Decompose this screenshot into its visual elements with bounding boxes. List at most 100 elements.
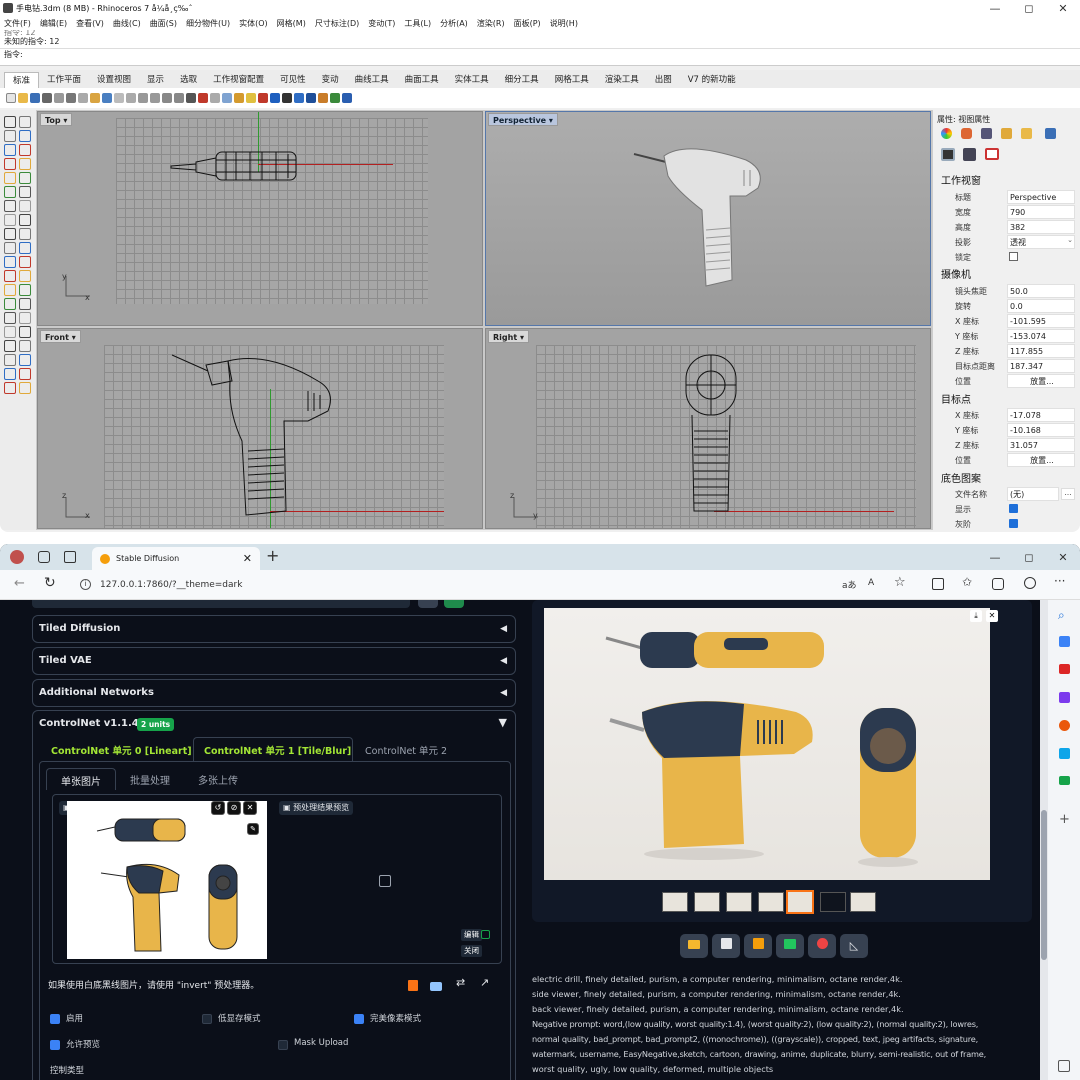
url-field[interactable]: i 127.0.0.1:7860/?__theme=dark [70, 575, 830, 595]
send-to-extras-button[interactable]: ◺ [840, 934, 868, 958]
tab-viewport-layout[interactable]: 工作视窗配置 [205, 72, 272, 88]
menu-edit[interactable]: 编辑(E) [40, 18, 67, 29]
menu-render[interactable]: 渲染(R) [477, 18, 505, 29]
modeling-tool-icon[interactable] [19, 270, 31, 282]
viewport-top[interactable]: Top ▾ y x [37, 111, 483, 326]
print-icon[interactable] [42, 93, 52, 103]
modeling-tool-icon[interactable] [4, 270, 16, 282]
tab-multi-upload[interactable]: 多张上传 [198, 772, 238, 787]
maximize-button[interactable]: ◻ [1012, 2, 1046, 15]
pixel-perfect-checkbox[interactable] [354, 1014, 364, 1024]
select-icon[interactable] [210, 93, 220, 103]
accordion-additional-networks[interactable]: Additional Networks ◀ [32, 679, 516, 707]
camera-z-field[interactable]: 117.855 [1007, 344, 1075, 358]
screen-icon[interactable] [985, 148, 999, 160]
tag-icon[interactable] [1059, 636, 1070, 647]
tab-select[interactable]: 选取 [172, 72, 205, 88]
gallery-thumbnail[interactable] [662, 892, 688, 912]
modeling-tool-icon[interactable] [4, 284, 16, 296]
maximize-button[interactable]: ◻ [1012, 551, 1046, 564]
copy-icon[interactable] [78, 93, 88, 103]
lock-checkbox[interactable] [1009, 252, 1018, 261]
options-icon[interactable] [318, 93, 328, 103]
search-icon[interactable]: ⌕ [1058, 608, 1065, 623]
modeling-tool-icon[interactable] [4, 200, 16, 212]
tab-single-image[interactable]: 单张图片 [46, 768, 116, 790]
folder-icon[interactable] [1021, 128, 1032, 139]
tab-drafting[interactable]: 出图 [647, 72, 680, 88]
undo-icon[interactable] [102, 93, 112, 103]
command-prompt[interactable]: 指令: [0, 48, 1080, 60]
paste-icon[interactable] [90, 93, 100, 103]
tab-subd-tools[interactable]: 细分工具 [497, 72, 547, 88]
scrollbar-thumb[interactable] [1041, 810, 1047, 960]
add-icon[interactable]: + [1059, 812, 1070, 827]
light-icon[interactable] [246, 93, 256, 103]
modeling-tool-icon[interactable] [19, 326, 31, 338]
controlnet-header[interactable]: ControlNet v1.1.440 2 units ▼ [33, 711, 515, 737]
modeling-tool-icon[interactable] [19, 284, 31, 296]
tab-actions-icon[interactable] [64, 551, 76, 563]
object-props-icon[interactable] [234, 93, 244, 103]
split-screen-icon[interactable] [932, 578, 944, 590]
modeling-tool-icon[interactable] [19, 340, 31, 352]
tab-unit-1[interactable]: ControlNet 单元 1 [Tile/Blur] [193, 737, 353, 761]
tab-mesh-tools[interactable]: 网格工具 [547, 72, 597, 88]
modeling-tool-icon[interactable] [4, 382, 16, 394]
help-icon[interactable] [342, 93, 352, 103]
chevron-down-icon[interactable]: ⌄ [1067, 236, 1073, 244]
zoom-icon[interactable] [138, 93, 148, 103]
grasshopper-icon[interactable] [330, 93, 340, 103]
tab-display[interactable]: 显示 [139, 72, 172, 88]
tab-solid-tools[interactable]: 实体工具 [447, 72, 497, 88]
camera-icon[interactable] [430, 982, 442, 991]
menu-analyze[interactable]: 分析(A) [440, 18, 468, 29]
send-to-inpaint-button[interactable] [808, 934, 836, 958]
menu-transform[interactable]: 变动(T) [368, 18, 395, 29]
open-folder-button[interactable] [680, 934, 708, 958]
modeling-tool-icon[interactable] [4, 340, 16, 352]
refresh-icon[interactable] [418, 600, 438, 608]
mask-upload-checkbox[interactable] [278, 1040, 288, 1050]
zoom-selected-icon[interactable] [174, 93, 184, 103]
collections-icon[interactable] [992, 578, 1004, 590]
accordion-tiled-vae[interactable]: Tiled VAE ◀ [32, 647, 516, 675]
sidebar-settings-icon[interactable] [1058, 1060, 1070, 1072]
rotation-field[interactable]: 0.0 [1007, 299, 1075, 313]
layer-icon[interactable] [222, 93, 232, 103]
menu-curve[interactable]: 曲线(C) [113, 18, 141, 29]
camera-y-field[interactable]: -153.074 [1007, 329, 1075, 343]
tab-standard[interactable]: 标准 [4, 72, 40, 88]
modeling-tool-icon[interactable] [4, 214, 16, 226]
games-icon[interactable] [1059, 776, 1070, 785]
image-upload-area[interactable]: ▣ 图像 [52, 794, 502, 964]
more-menu-icon[interactable]: ··· [1054, 574, 1065, 588]
viewport-top-label[interactable]: Top ▾ [40, 113, 73, 126]
modeling-tool-icon[interactable] [19, 368, 31, 380]
viewport-right[interactable]: Right ▾ z y [485, 328, 931, 529]
zoom-window-icon[interactable] [150, 93, 160, 103]
modeling-tool-icon[interactable] [19, 242, 31, 254]
tab-new-in-v7[interactable]: V7 的新功能 [680, 72, 744, 88]
target-z-field[interactable]: 31.057 [1007, 438, 1075, 452]
accordion-tiled-diffusion[interactable]: Tiled Diffusion ◀ [32, 615, 516, 643]
modeling-tool-icon[interactable] [4, 312, 16, 324]
viewport-right-label[interactable]: Right ▾ [488, 330, 529, 343]
favorites-icon[interactable]: ✩ [962, 575, 972, 589]
image-icon[interactable] [1045, 128, 1056, 139]
back-arrow-icon[interactable]: ← [14, 576, 25, 591]
cplane-icon[interactable] [198, 93, 208, 103]
close-tab-icon[interactable]: ✕ [243, 547, 252, 570]
brush-icon[interactable]: ✎ [247, 823, 259, 835]
page-scrollbar[interactable] [1040, 600, 1048, 1080]
office-icon[interactable] [1059, 720, 1070, 731]
favorite-star-icon[interactable]: ☆ [894, 575, 906, 590]
close-button[interactable]: ✕ [1046, 2, 1080, 15]
material-icon[interactable] [258, 93, 268, 103]
tab-cplanes[interactable]: 工作平面 [39, 72, 89, 88]
camera-x-field[interactable]: -101.595 [1007, 314, 1075, 328]
display-color-icon[interactable] [941, 128, 952, 139]
modeling-tool-icon[interactable] [4, 158, 16, 170]
background-file-field[interactable]: (无) [1007, 487, 1059, 501]
close-icon[interactable]: ✕ [243, 801, 257, 815]
